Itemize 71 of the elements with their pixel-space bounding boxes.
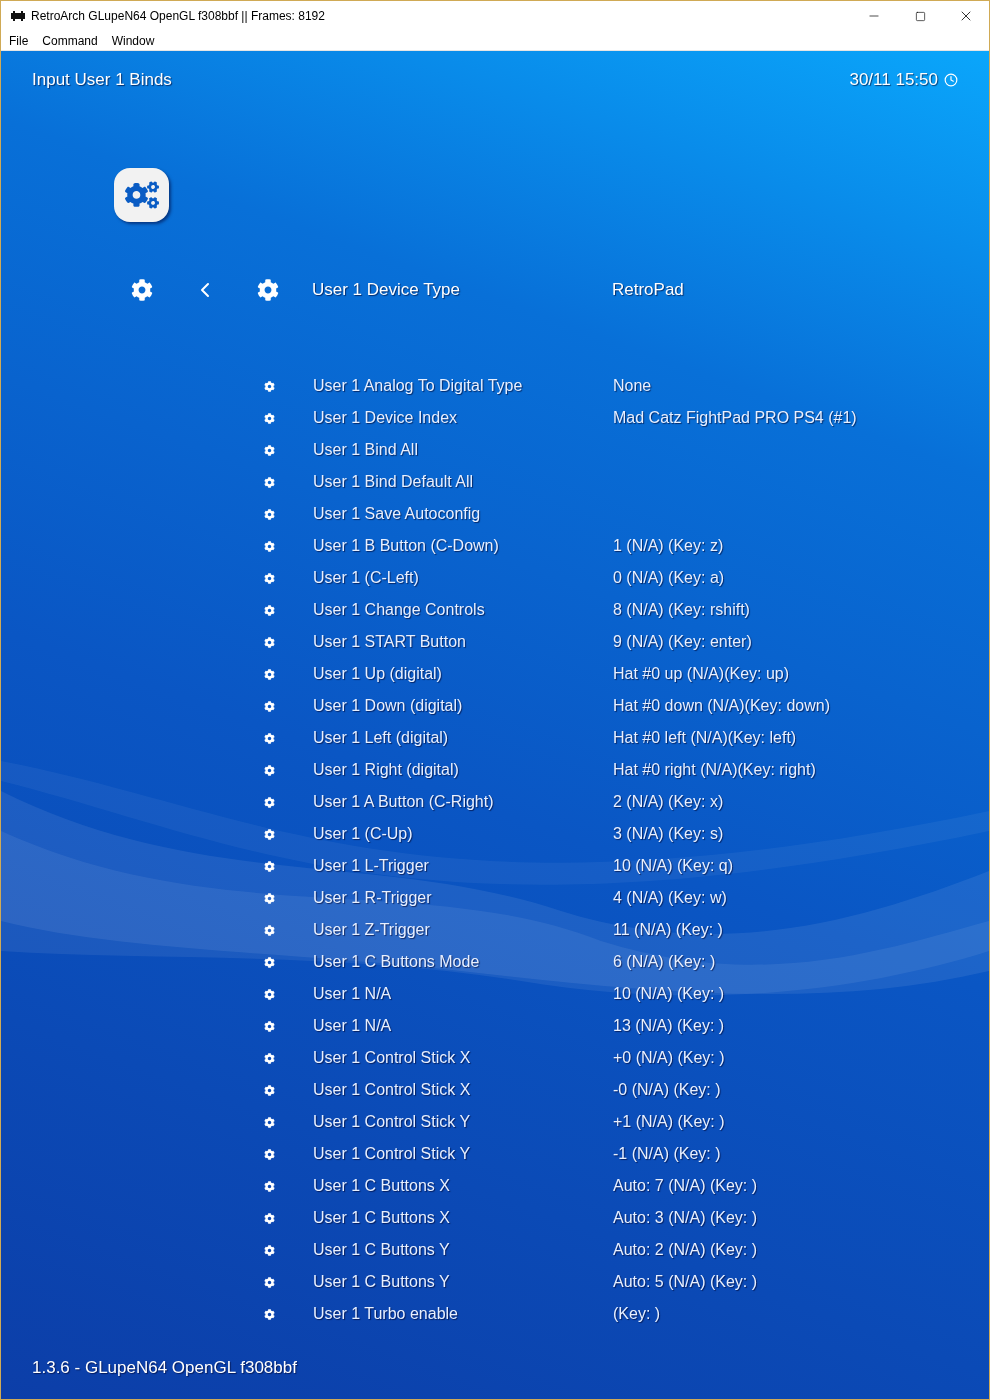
clock-icon [944,73,958,87]
setting-value: 8 (N/A) (Key: rshift) [613,600,750,620]
setting-label[interactable]: User 1 Analog To Digital Type [313,374,613,398]
setting-label[interactable]: User 1 Save Autoconfig [313,502,613,526]
setting-label[interactable]: User 1 C Buttons Mode [313,950,613,974]
setting-label[interactable]: User 1 Down (digital) [313,694,613,718]
setting-label[interactable]: User 1 C Buttons X [313,1174,613,1198]
setting-value: 13 (N/A) (Key: ) [613,1016,725,1036]
setting-label[interactable]: User 1 Control Stick Y [313,1142,613,1166]
version-text: 1.3.6 - GLupeN64 OpenGL f308bbf [32,1357,297,1380]
settings-icon[interactable] [131,279,153,301]
setting-label[interactable]: User 1 (C-Up) [313,822,613,846]
menu-item[interactable]: Window [104,31,162,50]
settings-tile-icon[interactable] [114,168,169,222]
maximize-icon [914,10,926,22]
setting-label[interactable]: User 1 L-Trigger [313,854,613,878]
setting-value: 0 (N/A) (Key: a) [613,568,725,588]
setting-label[interactable]: User 1 C Buttons Y [313,1270,613,1294]
setting-label[interactable]: User 1 R-Trigger [313,886,613,910]
setting-value: (Key: ) [613,1304,661,1324]
setting-label[interactable]: User 1 (C-Left) [313,566,613,590]
setting-value: 4 (N/A) (Key: w) [613,888,727,908]
setting-value: 10 (N/A) (Key: ) [613,984,725,1004]
setting-label[interactable]: User 1 Right (digital) [313,758,613,782]
setting-label[interactable]: User 1 C Buttons Y [313,1238,613,1262]
setting-value: Mad Catz FightPad PRO PS4 (#1) [613,408,857,428]
invader-icon [11,11,25,21]
setting-value: Hat #0 right (N/A)(Key: right) [613,760,816,780]
setting-label[interactable]: User 1 Bind All [313,438,613,462]
setting-value: 11 (N/A) (Key: ) [613,920,723,940]
setting-value: None [613,376,652,396]
setting-value: -0 (N/A) (Key: ) [613,1080,721,1100]
setting-value: Auto: 2 (N/A) (Key: ) [613,1240,758,1260]
setting-label[interactable]: User 1 N/A [313,1014,613,1038]
clock-text: 30/11 15:50 [849,69,938,92]
setting-label[interactable]: User 1 START Button [313,630,613,654]
setting-label[interactable]: User 1 Device Index [313,406,613,430]
setting-value: Auto: 7 (N/A) (Key: ) [613,1176,758,1196]
setting-label[interactable]: User 1 A Button (C-Right) [313,790,613,814]
setting-label[interactable]: User 1 Left (digital) [313,726,613,750]
setting-value: Hat #0 down (N/A)(Key: down) [613,696,830,716]
setting-value: 2 (N/A) (Key: x) [613,792,724,812]
setting-value: RetroPad [612,279,684,302]
setting-label[interactable]: User 1 B Button (C-Down) [313,534,613,558]
setting-value: 1 (N/A) (Key: z) [613,536,724,556]
setting-label[interactable]: User 1 C Buttons X [313,1206,613,1230]
setting-value: 6 (N/A) (Key: ) [613,952,716,972]
setting-value: +0 (N/A) (Key: ) [613,1048,725,1068]
setting-label[interactable]: User 1 Bind Default All [313,470,613,494]
setting-value: Hat #0 up (N/A)(Key: up) [613,664,790,684]
menu-title: Input User 1 Binds [32,69,172,92]
setting-label[interactable]: User 1 Control Stick X [313,1046,613,1070]
setting-label[interactable]: User 1 Control Stick X [313,1078,613,1102]
setting-label[interactable]: User 1 Device Type [312,277,612,303]
setting-label[interactable]: User 1 Z-Trigger [313,918,613,942]
menu-item[interactable]: Command [35,31,105,50]
setting-label[interactable]: User 1 N/A [313,982,613,1006]
setting-value: -1 (N/A) (Key: ) [613,1144,721,1164]
setting-label[interactable]: User 1 Control Stick Y [313,1110,613,1134]
setting-value: 10 (N/A) (Key: q) [613,856,734,876]
setting-label[interactable]: User 1 Turbo enable [313,1302,613,1326]
menu-item[interactable]: File [2,31,36,50]
setting-value: 3 (N/A) (Key: s) [613,824,724,844]
setting-label[interactable]: User 1 Change Controls [313,598,613,622]
setting-value: 9 (N/A) (Key: enter) [613,632,752,652]
setting-value: +1 (N/A) (Key: ) [613,1112,725,1132]
setting-value: Auto: 3 (N/A) (Key: ) [613,1208,758,1228]
setting-label[interactable]: User 1 Up (digital) [313,662,613,686]
window-title: RetroArch GLupeN64 OpenGL f308bbf || Frames: 8192 [31,8,325,25]
setting-value: Auto: 5 (N/A) (Key: ) [613,1272,758,1292]
setting-value: Hat #0 left (N/A)(Key: left) [613,728,797,748]
